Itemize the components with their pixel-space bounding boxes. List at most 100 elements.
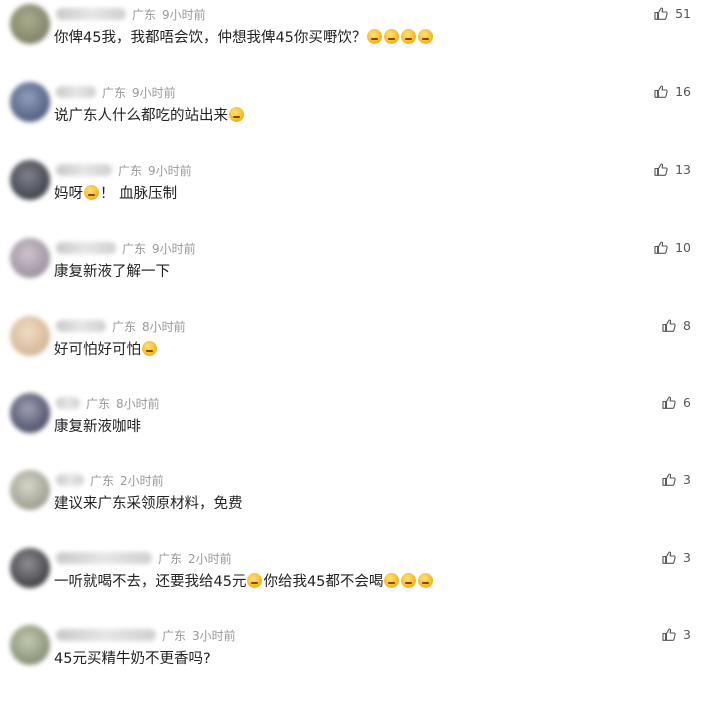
like-count: 13 bbox=[675, 162, 691, 177]
like-count: 51 bbox=[675, 6, 691, 21]
username-blurred[interactable] bbox=[56, 474, 84, 486]
username-blurred[interactable] bbox=[56, 242, 116, 254]
emoji-icon bbox=[84, 185, 99, 200]
thumbs-up-icon bbox=[662, 319, 676, 332]
thumbs-up-icon bbox=[662, 473, 676, 486]
comment-text-main: 康复新液了解一下 bbox=[54, 264, 170, 280]
emoji-icon bbox=[384, 29, 400, 44]
like-button[interactable]: 10 bbox=[654, 240, 691, 255]
location-label: 广东 bbox=[162, 628, 187, 643]
comment-item: 广东 2小时前 建议来广东采领原材料，免费 3 bbox=[0, 470, 723, 546]
like-count: 3 bbox=[683, 550, 691, 565]
emoji-group-inline bbox=[83, 185, 100, 201]
comment-text-main: 建议来广东采领原材料，免费 bbox=[54, 496, 243, 512]
comment-text: 康复新液咖啡 bbox=[54, 415, 141, 436]
emoji-icon bbox=[401, 29, 417, 44]
like-count: 10 bbox=[675, 240, 691, 255]
like-count: 3 bbox=[683, 627, 691, 642]
comment-meta: 广东 2小时前 bbox=[56, 472, 164, 488]
comment-meta: 广东 8小时前 bbox=[56, 395, 160, 411]
like-button[interactable]: 13 bbox=[654, 162, 691, 177]
comment-meta: 广东 9小时前 bbox=[56, 162, 192, 178]
avatar[interactable] bbox=[10, 625, 50, 665]
avatar[interactable] bbox=[10, 316, 50, 356]
like-button[interactable]: 16 bbox=[654, 84, 691, 99]
like-button[interactable]: 6 bbox=[662, 395, 691, 410]
emoji-group-inline bbox=[246, 573, 263, 589]
comment-text-main: 你俾45我，我都唔会饮，仲想我俾45你买嘢饮？ bbox=[54, 30, 367, 46]
comment-text: 妈呀 ！ 血脉压制 bbox=[54, 182, 177, 203]
comment-item: 广东 9小时前 妈呀 ！ 血脉压制 13 bbox=[0, 160, 723, 236]
comment-meta: 广东 2小时前 bbox=[56, 550, 232, 566]
comment-meta: 广东 8小时前 bbox=[56, 318, 186, 334]
username-blurred[interactable] bbox=[56, 86, 96, 98]
location-label: 广东 bbox=[122, 241, 147, 256]
avatar[interactable] bbox=[10, 238, 50, 278]
emoji-group bbox=[141, 341, 158, 357]
comment-text-main: 妈呀 bbox=[54, 186, 83, 202]
location-label: 广东 bbox=[118, 163, 143, 178]
comment-text: 好可怕好可怕 bbox=[54, 338, 158, 359]
emoji-group bbox=[228, 107, 245, 123]
timestamp: 9小时前 bbox=[148, 163, 192, 178]
like-button[interactable]: 3 bbox=[662, 472, 691, 487]
emoji-group bbox=[366, 29, 434, 45]
timestamp: 9小时前 bbox=[132, 85, 176, 100]
comment-text: 康复新液了解一下 bbox=[54, 260, 170, 281]
timestamp: 9小时前 bbox=[152, 241, 196, 256]
thumbs-up-icon bbox=[654, 241, 668, 254]
comment-meta: 广东 9小时前 bbox=[56, 84, 176, 100]
avatar[interactable] bbox=[10, 4, 50, 44]
emoji-icon bbox=[418, 573, 434, 588]
comment-text-after: 你给我45都不会喝 bbox=[263, 574, 384, 590]
username-blurred[interactable] bbox=[56, 397, 80, 409]
timestamp: 9小时前 bbox=[162, 7, 206, 22]
like-button[interactable]: 3 bbox=[662, 627, 691, 642]
username-blurred[interactable] bbox=[56, 164, 112, 176]
thumbs-up-icon bbox=[662, 396, 676, 409]
comment-text-main: 好可怕好可怕 bbox=[54, 342, 141, 358]
comment-item: 广东 8小时前 康复新液咖啡 6 bbox=[0, 393, 723, 469]
comment-item: 广东 9小时前 康复新液了解一下 10 bbox=[0, 238, 723, 314]
comment-item: 广东 8小时前 好可怕好可怕 8 bbox=[0, 316, 723, 392]
username-blurred[interactable] bbox=[56, 8, 126, 20]
emoji-group bbox=[383, 573, 434, 589]
comment-text: 说广东人什么都吃的站出来 bbox=[54, 104, 245, 125]
thumbs-up-icon bbox=[654, 163, 668, 176]
username-blurred[interactable] bbox=[56, 629, 156, 641]
comment-item: 广东 9小时前 你俾45我，我都唔会饮，仲想我俾45你买嘢饮？ 51 bbox=[0, 4, 723, 80]
thumbs-up-icon bbox=[654, 85, 668, 98]
like-button[interactable]: 51 bbox=[654, 6, 691, 21]
username-blurred[interactable] bbox=[56, 552, 152, 564]
avatar[interactable] bbox=[10, 470, 50, 510]
emoji-icon bbox=[247, 573, 263, 588]
comment-text-main: 康复新液咖啡 bbox=[54, 419, 141, 435]
avatar[interactable] bbox=[10, 393, 50, 433]
location-label: 广东 bbox=[132, 7, 157, 22]
comment-text-main: 45元买精牛奶不更香吗? bbox=[54, 651, 211, 667]
location-label: 广东 bbox=[90, 473, 115, 488]
emoji-icon bbox=[418, 29, 434, 44]
comment-text-main: 一听就喝不去，还要我给45元 bbox=[54, 574, 247, 590]
avatar[interactable] bbox=[10, 548, 50, 588]
emoji-icon bbox=[384, 573, 400, 588]
comment-text: 建议来广东采领原材料，免费 bbox=[54, 492, 243, 513]
like-count: 6 bbox=[683, 395, 691, 410]
avatar[interactable] bbox=[10, 160, 50, 200]
comment-meta: 广东 9小时前 bbox=[56, 6, 206, 22]
emoji-icon bbox=[401, 573, 417, 588]
like-button[interactable]: 3 bbox=[662, 550, 691, 565]
avatar[interactable] bbox=[10, 82, 50, 122]
like-count: 8 bbox=[683, 318, 691, 333]
comment-text: 一听就喝不去，还要我给45元 你给我45都不会喝 bbox=[54, 570, 434, 591]
location-label: 广东 bbox=[158, 551, 183, 566]
thumbs-up-icon bbox=[654, 7, 668, 20]
like-count: 3 bbox=[683, 472, 691, 487]
thumbs-up-icon bbox=[662, 551, 676, 564]
like-button[interactable]: 8 bbox=[662, 318, 691, 333]
comment-item: 广东 3小时前 45元买精牛奶不更香吗? 3 bbox=[0, 625, 723, 701]
location-label: 广东 bbox=[112, 319, 137, 334]
comment-item: 广东 2小时前 一听就喝不去，还要我给45元 你给我45都不会喝 3 bbox=[0, 548, 723, 624]
timestamp: 2小时前 bbox=[120, 473, 164, 488]
username-blurred[interactable] bbox=[56, 320, 106, 332]
